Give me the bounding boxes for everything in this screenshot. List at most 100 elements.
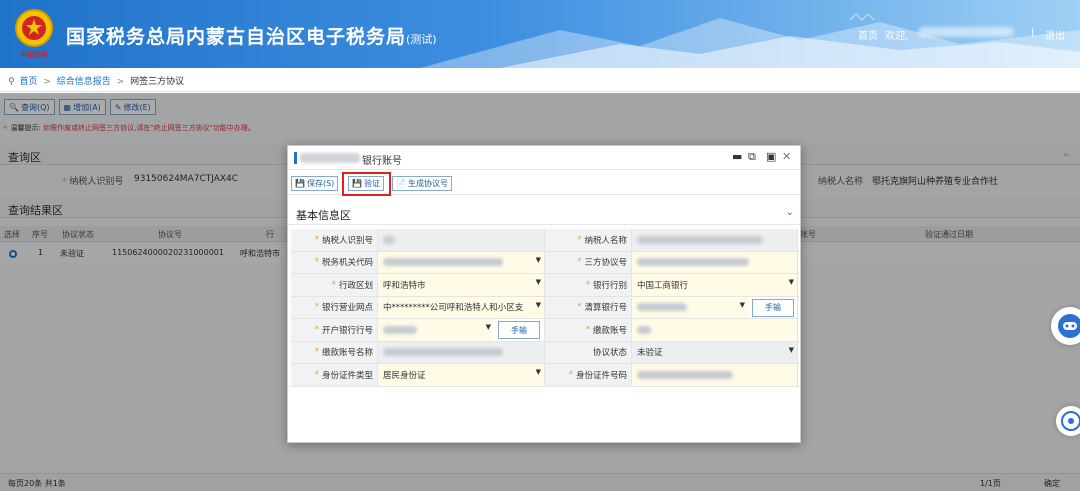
breadcrumb-home[interactable]: 首页 — [19, 77, 37, 87]
taxpayer-id-label-text: 纳税人识别号 — [321, 235, 373, 246]
close-icon[interactable]: ✕ — [782, 151, 791, 163]
dropdown-arrow-icon[interactable]: ▼ — [486, 323, 491, 331]
protocol-status-value: 未验证 — [637, 348, 663, 359]
required-mark: * — [585, 279, 590, 290]
bank-account-dialog: 银行账号 ▬ ⧉ ▣ ✕ 💾 保存(S) 💾 验证 📄 生成协议号 基本信息区 ⌄ *… — [287, 145, 801, 443]
required-mark: * — [314, 369, 319, 380]
restore-icon[interactable]: ⧉ — [748, 151, 756, 163]
taxpayer-id-field — [378, 229, 545, 251]
logout-link[interactable]: 退出 — [1045, 27, 1065, 42]
chevron-down-icon[interactable]: ⌄ — [786, 207, 794, 218]
region-select[interactable]: 呼和浩特市 ▼ — [378, 274, 545, 296]
blurred-value — [637, 235, 763, 244]
required-mark: * — [314, 234, 319, 245]
dropdown-arrow-icon[interactable]: ▼ — [789, 278, 794, 286]
bank-branch-select[interactable]: 中*********公司呼和浩特人和小区支 ▼ — [378, 296, 545, 318]
pay-account-name-label: * 缴款账号名称 — [291, 341, 378, 363]
chat-assistant-icon[interactable] — [1051, 307, 1080, 345]
pay-account-label: * 缴款账号 — [545, 319, 632, 341]
generate-button-label: 生成协议号 — [407, 179, 448, 188]
breadcrumb-current: 网签三方协议 — [130, 77, 185, 87]
breadcrumb-sep: > — [43, 77, 51, 87]
tax-office-label-text: 税务机关代码 — [321, 258, 373, 269]
support-icon — [1061, 411, 1080, 431]
header-separator: | — [1031, 27, 1035, 38]
bank-type-value: 中国工商银行 — [637, 280, 689, 291]
minimize-icon[interactable]: ▬ — [732, 151, 742, 163]
dialog-toolbar: 💾 保存(S) 💾 验证 📄 生成协议号 — [288, 171, 800, 196]
required-mark: * — [314, 257, 319, 268]
taxpayer-name-label-text: 纳税人名称 — [584, 235, 627, 246]
bank-type-select[interactable]: 中国工商银行 ▼ — [632, 274, 798, 296]
blurred-value — [383, 235, 395, 244]
pay-account-label-text: 缴款账号 — [592, 325, 627, 336]
taxpayer-name-field — [632, 229, 798, 251]
tax-office-select[interactable]: ▼ — [378, 251, 545, 273]
region-label: * 行政区划 — [291, 274, 378, 296]
blurred-value — [637, 325, 651, 334]
id-type-select[interactable]: 居民身份证 ▼ — [378, 364, 545, 386]
required-mark: * — [568, 369, 573, 380]
form-row: * 身份证件类型 居民身份证 ▼ * 身份证件号码 — [291, 364, 799, 387]
basic-info-section[interactable]: 基本信息区 ⌄ — [288, 203, 800, 225]
clearing-bank-group: ▼ 手输 — [632, 296, 798, 318]
header-home-link[interactable]: 首页 — [858, 27, 878, 42]
breadcrumb-sep: > — [116, 77, 125, 87]
blurred-value — [637, 370, 733, 379]
site-title-text: 国家税务总局内蒙古自治区电子税务局 — [66, 26, 407, 48]
form-row: * 银行营业网点 中*********公司呼和浩特人和小区支 ▼ * 清算银行号 ▼ … — [291, 296, 799, 319]
breadcrumb-level1[interactable]: 综合信息报告 — [57, 77, 111, 87]
blurred-value — [383, 258, 503, 267]
dropdown-arrow-icon[interactable]: ▼ — [740, 301, 745, 309]
dropdown-arrow-icon[interactable]: ▼ — [536, 256, 541, 264]
maximize-icon[interactable]: ▣ — [766, 151, 776, 163]
site-title-suffix: (测试) — [406, 33, 437, 46]
blurred-value — [637, 258, 749, 267]
open-bank-select[interactable]: ▼ — [378, 319, 494, 341]
required-mark: * — [585, 324, 590, 335]
form-row: * 缴款账号名称 协议状态 未验证 ▼ — [291, 341, 799, 364]
required-mark: * — [314, 347, 319, 358]
required-mark: * — [577, 302, 582, 313]
dialog-title-bar[interactable]: 银行账号 ▬ ⧉ ▣ ✕ — [288, 146, 800, 170]
save-button[interactable]: 💾 保存(S) — [291, 176, 339, 191]
required-mark: * — [314, 324, 319, 335]
region-value: 呼和浩特市 — [383, 280, 426, 291]
site-title: 国家税务总局内蒙古自治区电子税务局(测试) — [66, 22, 437, 49]
blurred-value — [637, 303, 687, 312]
id-number-input[interactable] — [632, 364, 798, 386]
tripartite-no-input[interactable] — [632, 251, 798, 273]
clearing-bank-select[interactable]: ▼ — [632, 296, 748, 318]
verify-button[interactable]: 💾 验证 — [348, 176, 384, 191]
id-type-label: * 身份证件类型 — [291, 364, 378, 386]
bank-branch-label: * 银行营业网点 — [291, 296, 378, 318]
basic-info-form: * 纳税人识别号 * 纳税人名称 * 税务机关代码 ▼ * 三方协议号 * 行政区划 呼和… — [291, 229, 799, 387]
clearing-bank-label-text: 清算银行号 — [584, 303, 627, 314]
bank-type-label-text: 银行行别 — [592, 280, 627, 291]
save-icon: 💾 — [352, 179, 362, 188]
tax-office-label: * 税务机关代码 — [291, 251, 378, 273]
dropdown-arrow-icon[interactable]: ▼ — [536, 278, 541, 286]
manual-input-button[interactable]: 手输 — [752, 298, 794, 317]
id-type-label-text: 身份证件类型 — [321, 370, 373, 381]
clearing-bank-label: * 清算银行号 — [545, 296, 632, 318]
manual-input-button[interactable]: 手输 — [498, 321, 540, 339]
bank-type-label: * 银行行别 — [545, 274, 632, 296]
pay-account-input[interactable] — [632, 319, 798, 341]
title-blurred — [300, 153, 360, 163]
form-row: * 开户银行行号 ▼ 手输 * 缴款账号 — [291, 319, 799, 342]
form-row: * 行政区划 呼和浩特市 ▼ * 银行行别 中国工商银行 ▼ — [291, 274, 799, 297]
breadcrumb: ⚲ 首页 > 综合信息报告 > 网签三方协议 — [0, 68, 1080, 92]
required-mark: * — [577, 257, 582, 268]
open-bank-group: ▼ 手输 — [378, 319, 545, 341]
emblem-text: 中国税务 — [20, 51, 48, 59]
dropdown-arrow-icon[interactable]: ▼ — [536, 301, 541, 309]
basic-info-title: 基本信息区 — [296, 209, 351, 222]
help-float-icon[interactable] — [1056, 406, 1080, 436]
dropdown-arrow-icon[interactable]: ▼ — [536, 368, 541, 376]
protocol-status-select[interactable]: 未验证 ▼ — [632, 341, 798, 363]
required-mark: * — [331, 279, 336, 290]
generate-protocol-button[interactable]: 📄 生成协议号 — [392, 176, 452, 191]
taxpayer-id-label: * 纳税人识别号 — [291, 229, 378, 251]
dropdown-arrow-icon[interactable]: ▼ — [789, 346, 794, 354]
